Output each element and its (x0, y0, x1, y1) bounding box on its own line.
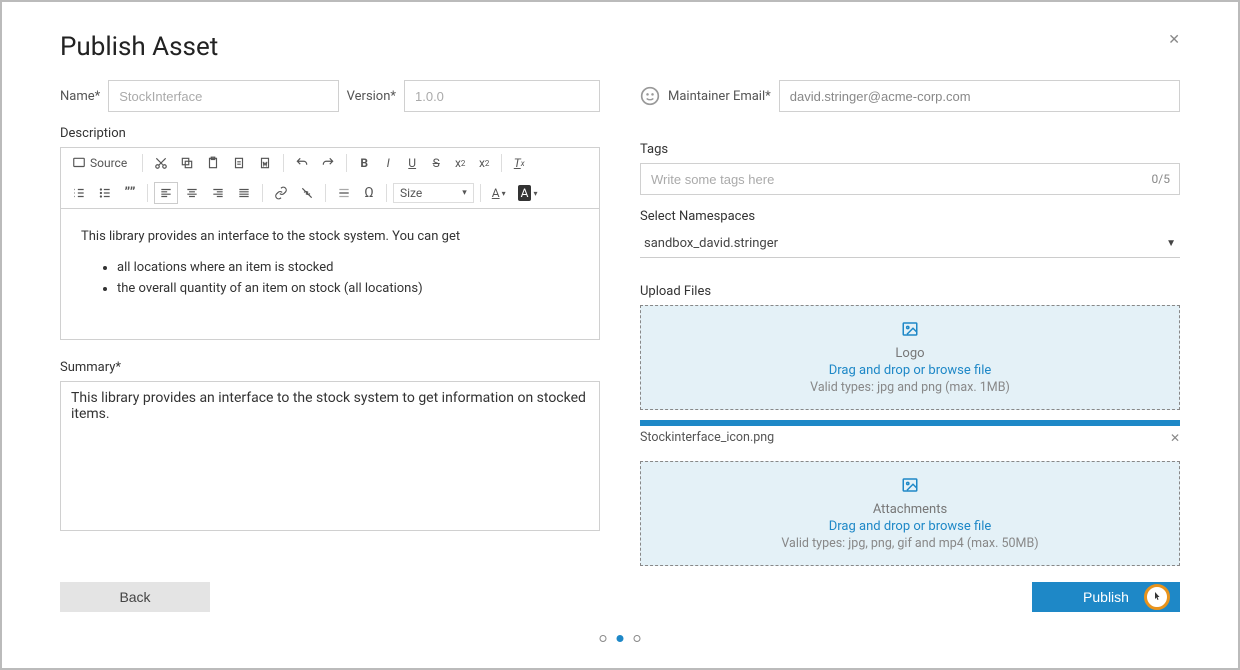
chevron-down-icon: ▼ (1166, 238, 1176, 249)
superscript-button[interactable]: x2 (473, 152, 495, 174)
desc-paragraph: This library provides an interface to th… (81, 227, 579, 248)
uploaded-file-row: Stockinterface_icon.png ✕ (640, 428, 1180, 447)
subscript-button[interactable]: x2 (449, 152, 471, 174)
align-center-icon[interactable] (180, 182, 204, 204)
attachments-title: Attachments (651, 502, 1169, 517)
strike-button[interactable]: S (425, 152, 447, 174)
image-icon (651, 476, 1169, 498)
upload-progress-bar (640, 420, 1180, 426)
remove-format-button[interactable]: Tx (508, 152, 530, 174)
source-button[interactable]: Source (67, 152, 136, 174)
bold-button[interactable]: B (353, 152, 375, 174)
name-input[interactable] (108, 80, 338, 112)
logo-upload-zone[interactable]: Logo Drag and drop or browse file Valid … (640, 305, 1180, 410)
editor-toolbar: Source B I U S x2 x (61, 148, 599, 209)
namespace-value: sandbox_david.stringer (644, 236, 778, 251)
italic-button[interactable]: I (377, 152, 399, 174)
unlink-icon[interactable] (295, 182, 319, 204)
tags-label: Tags (640, 142, 1180, 157)
right-column: Maintainer Email* Tags 0/5 Select Namesp… (640, 80, 1180, 576)
summary-input[interactable]: This library provides an interface to th… (60, 381, 600, 531)
version-input[interactable] (404, 80, 600, 112)
text-color-button[interactable]: A▾ (487, 182, 511, 204)
desc-list-item: all locations where an item is stocked (117, 258, 579, 279)
maintainer-email-input[interactable] (779, 80, 1180, 112)
pager-dot[interactable] (634, 635, 641, 642)
logo-browse-link[interactable]: Drag and drop or browse file (651, 363, 1169, 378)
upload-files-label: Upload Files (640, 284, 1180, 299)
summary-label: Summary* (60, 360, 600, 375)
cut-icon[interactable] (149, 152, 173, 174)
paste-word-icon[interactable] (253, 152, 277, 174)
tags-count: 0/5 (1152, 172, 1170, 186)
description-editor: Source B I U S x2 x (60, 147, 600, 340)
redo-icon[interactable] (316, 152, 340, 174)
align-right-icon[interactable] (206, 182, 230, 204)
close-icon[interactable]: ✕ (1168, 32, 1180, 48)
align-justify-icon[interactable] (232, 182, 256, 204)
tags-input[interactable] (640, 163, 1180, 195)
align-left-icon[interactable] (154, 182, 178, 204)
back-button[interactable]: Back (60, 582, 210, 612)
step-pager (600, 635, 641, 642)
attachments-browse-link[interactable]: Drag and drop or browse file (651, 519, 1169, 534)
blockquote-button[interactable]: ”” (119, 182, 141, 204)
version-label: Version* (347, 89, 396, 104)
name-label: Name* (60, 89, 100, 104)
bg-color-button[interactable]: A▾ (513, 182, 543, 204)
maintainer-icon (640, 86, 660, 106)
namespaces-label: Select Namespaces (640, 209, 1180, 224)
description-body[interactable]: This library provides an interface to th… (61, 209, 599, 339)
dialog-title: Publish Asset (60, 32, 1180, 62)
maintainer-label: Maintainer Email* (668, 89, 771, 104)
underline-button[interactable]: U (401, 152, 423, 174)
pager-dot[interactable] (600, 635, 607, 642)
link-icon[interactable] (269, 182, 293, 204)
font-size-select[interactable]: Size▾ (393, 183, 474, 203)
hr-icon[interactable] (332, 182, 356, 204)
logo-hint: Valid types: jpg and png (max. 1MB) (651, 380, 1169, 395)
logo-title: Logo (651, 346, 1169, 361)
copy-icon[interactable] (175, 152, 199, 174)
undo-icon[interactable] (290, 152, 314, 174)
remove-file-icon[interactable]: ✕ (1170, 431, 1180, 445)
attachments-hint: Valid types: jpg, png, gif and mp4 (max.… (651, 536, 1169, 551)
special-char-button[interactable]: Ω (358, 182, 380, 204)
uploaded-file-name: Stockinterface_icon.png (640, 430, 774, 445)
attachments-upload-zone[interactable]: Attachments Drag and drop or browse file… (640, 461, 1180, 566)
cursor-pointer-icon (1144, 584, 1170, 610)
namespace-select[interactable]: sandbox_david.stringer ▼ (640, 230, 1180, 258)
dialog-footer: Back Publish (60, 582, 1180, 612)
paste-text-icon[interactable] (227, 152, 251, 174)
image-icon (651, 320, 1169, 342)
left-column: Name* Version* Description Source (60, 80, 600, 576)
publish-asset-dialog: ✕ Publish Asset Name* Version* Descripti… (0, 0, 1240, 670)
numbered-list-icon[interactable] (67, 182, 91, 204)
paste-icon[interactable] (201, 152, 225, 174)
bullet-list-icon[interactable] (93, 182, 117, 204)
desc-list-item: the overall quantity of an item on stock… (117, 279, 579, 300)
description-label: Description (60, 126, 600, 141)
pager-dot-active[interactable] (617, 635, 624, 642)
publish-button[interactable]: Publish (1032, 582, 1180, 612)
